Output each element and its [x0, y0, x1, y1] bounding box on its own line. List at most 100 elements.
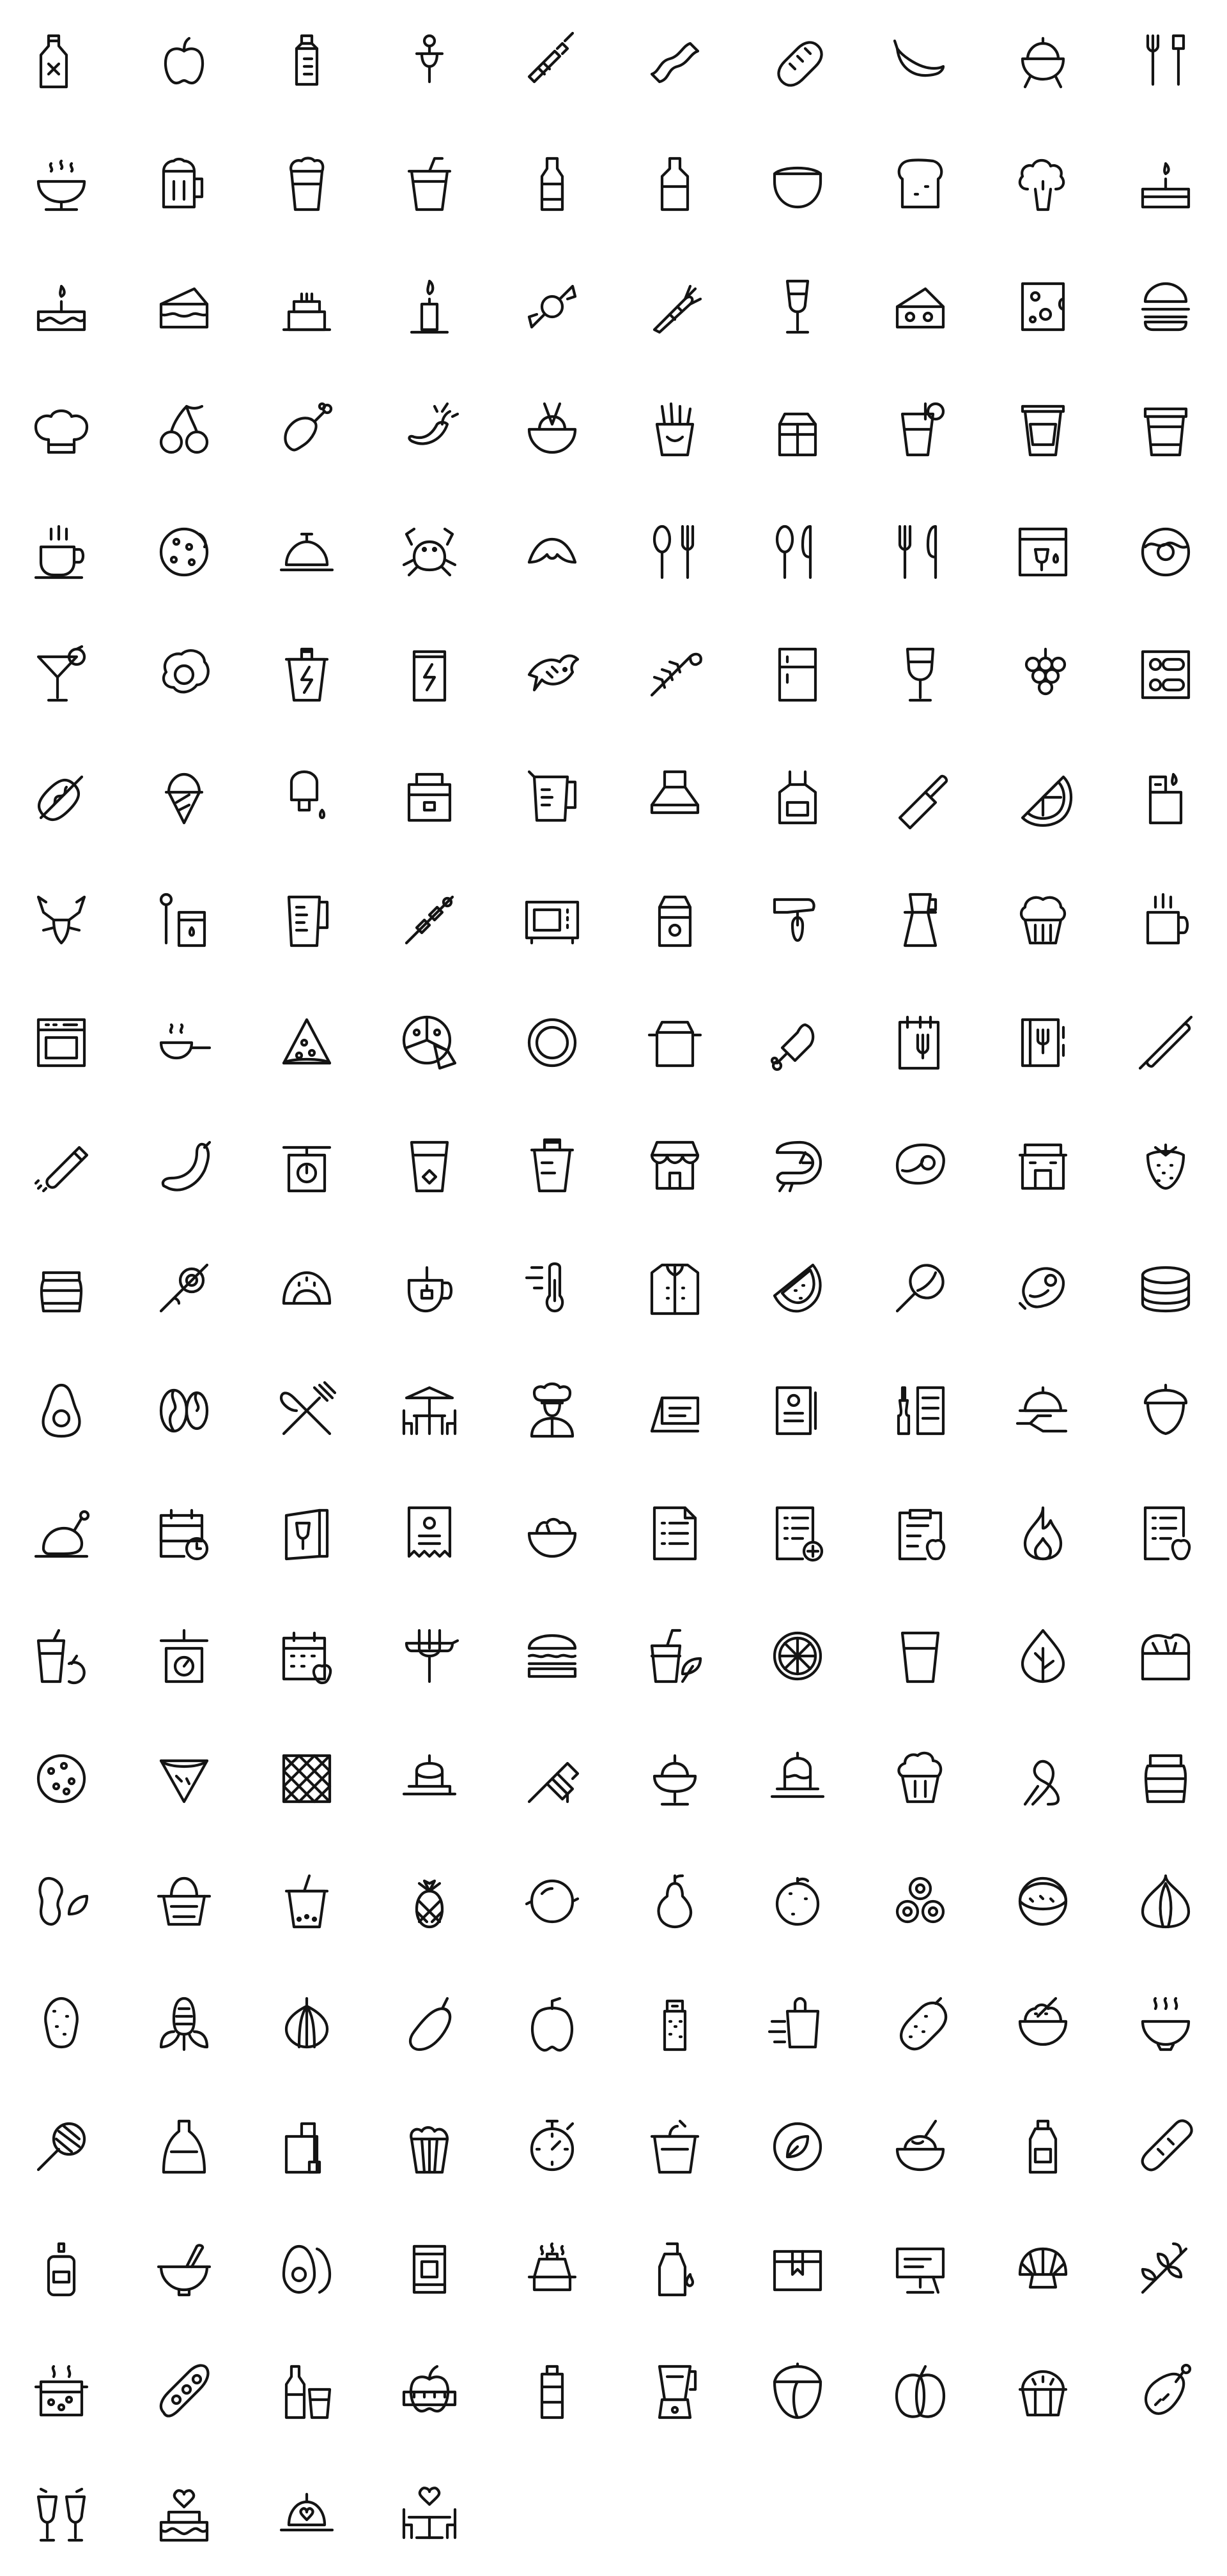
smoothie-icon	[644, 1625, 706, 1687]
icon-cell	[491, 1472, 614, 1595]
icon-cell	[736, 2208, 859, 2331]
icon-cell	[123, 368, 245, 491]
icon-cell	[859, 2331, 982, 2453]
icon-cell	[491, 1104, 614, 1227]
yogurt-icon	[644, 2116, 706, 2177]
icon-cell	[1104, 1595, 1227, 1717]
pear-icon	[644, 1871, 706, 1932]
icon-cell	[736, 1840, 859, 1963]
watermelon-icon	[767, 1257, 828, 1319]
icon-cell	[736, 1963, 859, 2085]
icon-cell	[368, 491, 491, 613]
packaging-box-icon	[767, 2239, 828, 2300]
baguette-icon	[767, 31, 828, 92]
icon-cell	[1104, 2085, 1227, 2208]
icon-cell	[859, 1349, 982, 1472]
potato-icon	[31, 1993, 92, 2055]
orange-icon	[767, 1871, 828, 1932]
icon-cell	[245, 1717, 368, 1840]
icon-cell	[982, 245, 1104, 368]
icon-cell	[614, 613, 736, 736]
onion-icon	[276, 1993, 337, 2055]
banana-icon	[890, 31, 951, 92]
icon-cell	[859, 1472, 982, 1595]
icon-cell	[0, 2085, 123, 2208]
icon-cell	[368, 1472, 491, 1595]
moka-pot-icon	[890, 889, 951, 951]
icon-cell	[491, 1349, 614, 1472]
barbecue-tools-icon	[1135, 31, 1196, 92]
icon-cell	[123, 1104, 245, 1227]
chicken-leg-icon	[276, 399, 337, 460]
icon-cell	[1104, 736, 1227, 859]
cookie-icon	[153, 521, 215, 583]
icon-cell	[123, 2453, 245, 2576]
hazelnut-icon	[767, 2361, 828, 2423]
bottle-icon	[644, 153, 706, 215]
icon-cell	[736, 0, 859, 123]
icon-cell	[491, 368, 614, 491]
diet-calendar-icon	[276, 1625, 337, 1687]
icon-cell	[123, 736, 245, 859]
romantic-dinner-icon	[276, 2484, 337, 2545]
icon-cell	[123, 491, 245, 613]
pickle-icon	[890, 1993, 951, 2055]
icon-cell	[614, 736, 736, 859]
weighing-scale-icon	[153, 1625, 215, 1687]
donut-icon	[1135, 521, 1196, 583]
jar-icon	[1135, 1748, 1196, 1809]
icon-cell	[368, 123, 491, 245]
icon-cell	[491, 1963, 614, 2085]
icon-cell	[0, 2208, 123, 2331]
icon-cell	[736, 491, 859, 613]
table-sign-icon	[644, 1380, 706, 1441]
icon-cell	[982, 1840, 1104, 1963]
icon-cell	[123, 1349, 245, 1472]
icon-cell	[0, 736, 123, 859]
fire-icon	[1012, 1503, 1074, 1564]
ice-cream-cone-icon	[153, 767, 215, 828]
meal-schedule-icon	[153, 1503, 215, 1564]
bottle-glass-icon	[276, 2361, 337, 2423]
roast-turkey-icon	[1135, 2361, 1196, 2423]
juicer-blender-icon	[644, 2361, 706, 2423]
icon-cell	[614, 2085, 736, 2208]
lemon-slice-icon	[1012, 767, 1074, 828]
egg-icon	[276, 2239, 337, 2300]
baby-bottle-side-icon	[521, 31, 583, 92]
icon-cell	[0, 1104, 123, 1227]
milk-carton-icon	[644, 889, 706, 951]
icon-cell	[736, 859, 859, 981]
lemon-icon	[521, 1871, 583, 1932]
icon-cell	[982, 491, 1104, 613]
taco-icon	[276, 1257, 337, 1319]
icon-cell	[123, 0, 245, 123]
eggplant-icon	[399, 1993, 460, 2055]
icon-cell	[736, 981, 859, 1104]
icon-cell	[368, 613, 491, 736]
pudding-icon	[399, 1748, 460, 1809]
icon-cell	[614, 859, 736, 981]
kitchen-timer-icon	[521, 2116, 583, 2177]
icon-cell	[491, 2208, 614, 2331]
icon-cell	[123, 123, 245, 245]
layer-cake-icon	[276, 276, 337, 337]
grocery-clipboard-icon	[890, 1503, 951, 1564]
icon-cell	[982, 123, 1104, 245]
icon-cell	[245, 0, 368, 123]
icon-cell	[123, 981, 245, 1104]
icon-cell	[982, 736, 1104, 859]
turkey-leg-icon	[767, 1012, 828, 1073]
icon-cell	[123, 1963, 245, 2085]
icon-cell	[736, 2085, 859, 2208]
coffee-to-go-icon	[1012, 399, 1074, 460]
recipe-book-icon	[1012, 1012, 1074, 1073]
icon-cell	[491, 1717, 614, 1840]
food-tray-icon	[1135, 644, 1196, 705]
icon-cell	[1104, 1227, 1227, 1349]
icon-cell	[245, 1963, 368, 2085]
icon-cell	[0, 2331, 123, 2453]
icon-cell	[0, 1472, 123, 1595]
pizza-slice-icon	[276, 1012, 337, 1073]
birthday-cake-slice-icon	[1135, 153, 1196, 215]
